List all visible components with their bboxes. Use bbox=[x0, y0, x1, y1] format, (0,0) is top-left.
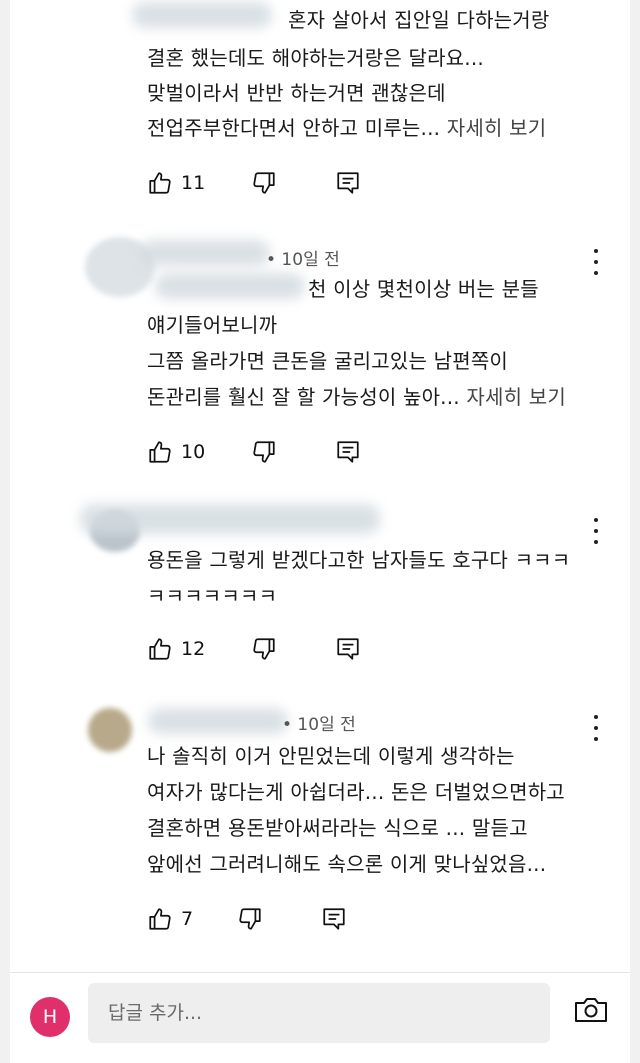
dislike-button[interactable] bbox=[251, 636, 277, 662]
dislike-button[interactable] bbox=[251, 170, 277, 196]
author-avatar-blurred bbox=[88, 708, 132, 752]
reply-input[interactable] bbox=[88, 983, 550, 1043]
like-button[interactable]: 10 bbox=[147, 439, 205, 465]
comment-text: 전업주부한다면서 안하고 미루는... bbox=[147, 116, 441, 140]
comment-line: ㅋㅋㅋㅋㅋㅋㅋ bbox=[147, 584, 278, 608]
more-options-button[interactable] bbox=[586, 249, 606, 275]
author-name-blurred bbox=[140, 240, 270, 266]
thumbs-down-icon bbox=[253, 638, 275, 660]
reply-comment-icon bbox=[337, 441, 359, 463]
author-name-blurred bbox=[80, 504, 380, 534]
like-count: 10 bbox=[181, 441, 206, 463]
comment-actions: 10 bbox=[147, 437, 361, 467]
comment-line: 앞에선 그러려니해도 속으론 이게 맞나싶었음... bbox=[147, 852, 547, 876]
reply-button[interactable] bbox=[335, 439, 361, 465]
comment-line: 여자가 많다는게 아쉽더라... 돈은 더벌었으면하고 bbox=[147, 780, 565, 804]
author-name-blurred bbox=[148, 708, 288, 734]
reply-button[interactable] bbox=[335, 170, 361, 196]
reply-comment-icon bbox=[323, 908, 345, 930]
comment-timestamp: • 10일 전 bbox=[282, 715, 356, 735]
comment-text: 돈관리를 훨신 잘 할 가능성이 높아... bbox=[147, 385, 460, 409]
comment-actions: 11 bbox=[147, 168, 361, 198]
reply-comment-icon bbox=[337, 638, 359, 660]
thumbs-up-icon bbox=[149, 172, 171, 194]
like-count: 7 bbox=[181, 908, 194, 930]
author-name-blurred bbox=[132, 2, 272, 28]
comment-line: 얘기들어보니까 bbox=[147, 313, 278, 337]
like-button[interactable]: 11 bbox=[147, 170, 205, 196]
thumbs-down-icon bbox=[239, 908, 261, 930]
read-more-link[interactable]: 자세히 보기 bbox=[466, 385, 566, 409]
more-options-button[interactable] bbox=[586, 715, 606, 741]
dislike-button[interactable] bbox=[237, 906, 263, 932]
comment-line: 전업주부한다면서 안하고 미루는... 자세히 보기 bbox=[147, 110, 546, 146]
comment-thread: 혼자 살아서 집안일 다하는거랑 결혼 했는데도 해야하는거랑은 달라요... … bbox=[10, 0, 630, 1063]
author-name-blurred bbox=[155, 273, 305, 299]
thumbs-down-icon bbox=[253, 172, 275, 194]
camera-icon bbox=[575, 998, 607, 1022]
user-avatar[interactable]: H bbox=[30, 997, 70, 1037]
like-count: 12 bbox=[181, 638, 206, 660]
reply-button[interactable] bbox=[321, 906, 347, 932]
reply-comment-icon bbox=[337, 172, 359, 194]
comment-line: 결혼하면 용돈받아써라라는 식으로 ... 말듣고 bbox=[147, 816, 528, 840]
camera-button[interactable] bbox=[574, 995, 608, 1029]
more-options-button[interactable] bbox=[586, 518, 606, 544]
comment-line: 용돈을 그렇게 받겠다고한 남자들도 호구다 ㅋㅋㅋ bbox=[147, 548, 571, 572]
comment-actions: 12 bbox=[147, 634, 361, 664]
comment-timestamp: • 10일 전 bbox=[266, 250, 340, 270]
like-button[interactable]: 12 bbox=[147, 636, 205, 662]
comment-line: 그쯤 올라가면 큰돈을 굴리고있는 남편쪽이 bbox=[147, 349, 509, 373]
like-button[interactable]: 7 bbox=[147, 906, 193, 932]
thumbs-up-icon bbox=[149, 638, 171, 660]
comment-line: 나 솔직히 이거 안믿었는데 이렇게 생각하는 bbox=[147, 744, 515, 768]
like-count: 11 bbox=[181, 172, 206, 194]
reply-button[interactable] bbox=[335, 636, 361, 662]
comment-line: 돈관리를 훨신 잘 할 가능성이 높아... 자세히 보기 bbox=[147, 379, 566, 415]
comment-line: 혼자 살아서 집안일 다하는거랑 bbox=[288, 8, 550, 32]
comment-line: 결혼 했는데도 해야하는거랑은 달라요... bbox=[147, 46, 484, 70]
comment-actions: 7 bbox=[147, 904, 347, 934]
thumbs-down-icon bbox=[253, 441, 275, 463]
thumbs-up-icon bbox=[149, 908, 171, 930]
thumbs-up-icon bbox=[149, 441, 171, 463]
comment-line: 천 이상 몇천이상 버는 분들 bbox=[308, 277, 539, 301]
dislike-button[interactable] bbox=[251, 439, 277, 465]
read-more-link[interactable]: 자세히 보기 bbox=[447, 116, 547, 140]
reply-bar: H bbox=[10, 973, 630, 1063]
comment-line: 맞벌이라서 반반 하는거면 괜찮은데 bbox=[147, 81, 446, 105]
